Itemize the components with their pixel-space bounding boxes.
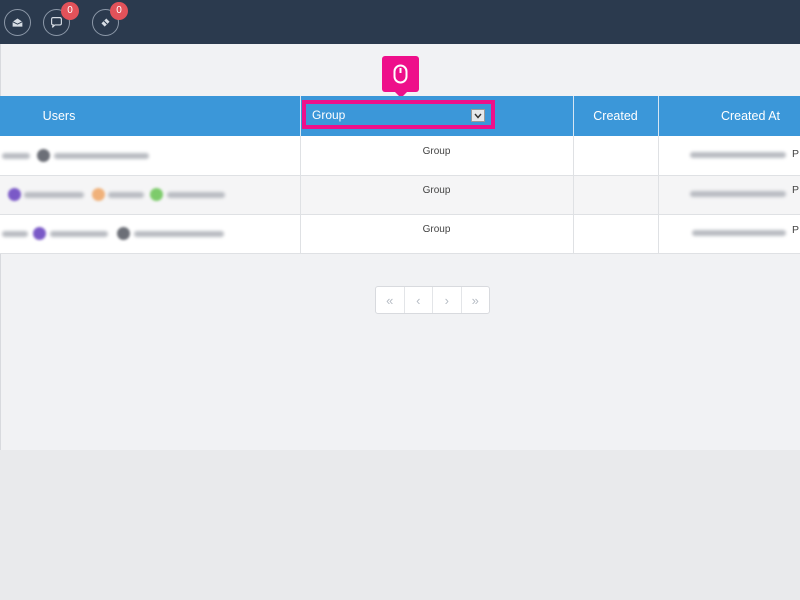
inbox-button[interactable]	[4, 9, 31, 36]
tickets-count-badge: 0	[110, 2, 128, 20]
group-cell: Group	[422, 224, 451, 235]
group-filter-label: Group	[312, 107, 346, 122]
page-footer-area	[0, 450, 800, 600]
last-page-button[interactable]: »	[462, 287, 490, 313]
envelope-open-icon	[12, 18, 23, 27]
click-indicator	[382, 56, 419, 98]
table-row[interactable]: Group P	[0, 215, 800, 254]
tickets-button[interactable]: 0	[92, 2, 128, 36]
header-divider	[658, 96, 659, 136]
messages-count-badge: 0	[61, 2, 79, 20]
chevron-down-icon	[471, 109, 485, 122]
messages-button[interactable]: 0	[43, 2, 79, 36]
chat-bubble-icon	[51, 17, 62, 28]
created-at-cell: P	[792, 224, 800, 236]
ticket-icon	[101, 18, 110, 27]
group-cell: Group	[422, 146, 451, 157]
header-divider	[573, 96, 574, 136]
mouse-icon	[393, 64, 408, 84]
column-divider	[573, 136, 574, 254]
column-header-created-at[interactable]: Created At	[658, 96, 800, 136]
column-divider	[658, 136, 659, 254]
table-row[interactable]: Group P	[0, 176, 800, 215]
group-cell: Group	[422, 185, 451, 196]
table-row[interactable]: Group P	[0, 136, 800, 175]
header-divider	[300, 96, 301, 136]
created-at-cell: P	[792, 184, 800, 196]
previous-page-button[interactable]: ‹	[405, 287, 433, 313]
column-header-created[interactable]: Created	[573, 96, 658, 136]
group-filter-select[interactable]: Group	[302, 100, 495, 129]
column-divider	[300, 136, 301, 254]
column-header-users[interactable]: Users	[0, 96, 118, 136]
first-page-button[interactable]: «	[376, 287, 405, 313]
row-divider	[0, 253, 800, 254]
created-at-cell: P	[792, 148, 800, 160]
next-page-button[interactable]: ›	[433, 287, 462, 313]
top-navigation-bar: 0 0	[0, 0, 800, 44]
pagination: « ‹ › »	[375, 286, 490, 314]
